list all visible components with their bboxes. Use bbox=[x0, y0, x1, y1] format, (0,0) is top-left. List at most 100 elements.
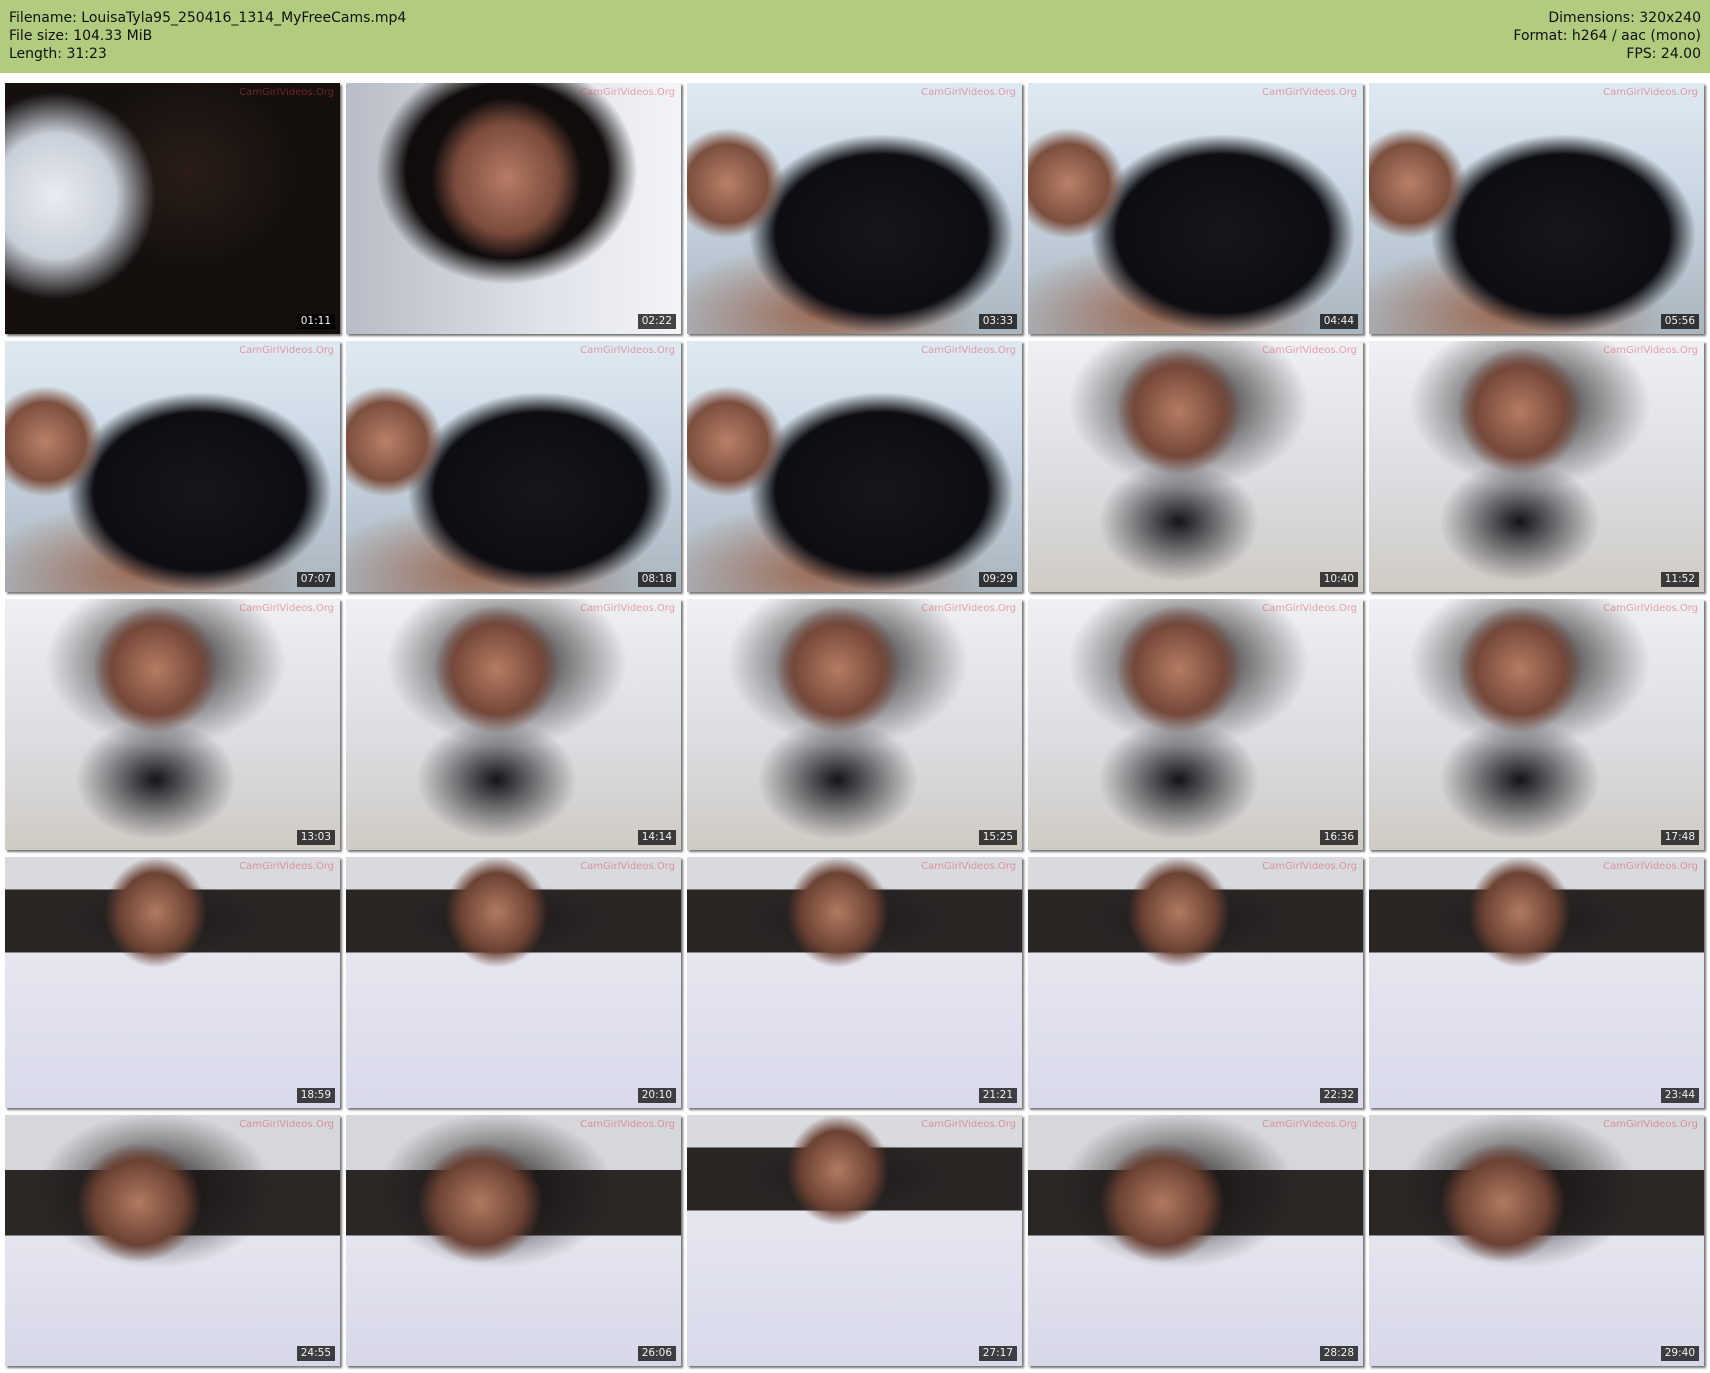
thumbnail: CamGirlVideos.Org 18:59 bbox=[5, 857, 340, 1108]
video-frame bbox=[346, 341, 681, 592]
watermark: CamGirlVideos.Org bbox=[239, 87, 334, 98]
thumbnail: CamGirlVideos.Org 04:44 bbox=[1028, 83, 1363, 334]
timestamp: 17:48 bbox=[1660, 830, 1699, 845]
watermark: CamGirlVideos.Org bbox=[1603, 1119, 1698, 1130]
timestamp: 02:22 bbox=[637, 314, 676, 329]
timestamp: 13:03 bbox=[296, 830, 335, 845]
watermark: CamGirlVideos.Org bbox=[1603, 861, 1698, 872]
video-frame bbox=[5, 1115, 340, 1366]
watermark: CamGirlVideos.Org bbox=[580, 861, 675, 872]
video-frame bbox=[5, 341, 340, 592]
timestamp: 27:17 bbox=[978, 1346, 1017, 1361]
watermark: CamGirlVideos.Org bbox=[1603, 87, 1698, 98]
dimensions-label: Dimensions: 320x240 bbox=[1548, 10, 1701, 26]
thumbnail: CamGirlVideos.Org 22:32 bbox=[1028, 857, 1363, 1108]
watermark: CamGirlVideos.Org bbox=[580, 1119, 675, 1130]
watermark: CamGirlVideos.Org bbox=[1603, 345, 1698, 356]
thumbnail: CamGirlVideos.Org 07:07 bbox=[5, 341, 340, 592]
info-header: Filename: LouisaTyla95_250416_1314_MyFre… bbox=[0, 0, 1710, 73]
video-frame bbox=[5, 599, 340, 850]
thumbnail: CamGirlVideos.Org 21:21 bbox=[687, 857, 1022, 1108]
timestamp: 24:55 bbox=[296, 1346, 335, 1361]
watermark: CamGirlVideos.Org bbox=[1262, 345, 1357, 356]
video-frame bbox=[5, 83, 340, 334]
watermark: CamGirlVideos.Org bbox=[239, 345, 334, 356]
video-frame bbox=[687, 857, 1022, 1108]
thumbnail: CamGirlVideos.Org 16:36 bbox=[1028, 599, 1363, 850]
video-frame bbox=[1028, 341, 1363, 592]
video-frame bbox=[1369, 341, 1704, 592]
video-frame bbox=[1028, 1115, 1363, 1366]
timestamp: 22:32 bbox=[1319, 1088, 1358, 1103]
timestamp: 29:40 bbox=[1660, 1346, 1699, 1361]
thumbnail: CamGirlVideos.Org 02:22 bbox=[346, 83, 681, 334]
video-frame bbox=[687, 1115, 1022, 1366]
video-frame bbox=[1028, 599, 1363, 850]
thumbnail: CamGirlVideos.Org 20:10 bbox=[346, 857, 681, 1108]
timestamp: 01:11 bbox=[296, 314, 335, 329]
watermark: CamGirlVideos.Org bbox=[1262, 603, 1357, 614]
timestamp: 11:52 bbox=[1660, 572, 1699, 587]
video-frame bbox=[346, 83, 681, 334]
file-info: Filename: LouisaTyla95_250416_1314_MyFre… bbox=[9, 9, 406, 63]
watermark: CamGirlVideos.Org bbox=[1262, 861, 1357, 872]
watermark: CamGirlVideos.Org bbox=[921, 1119, 1016, 1130]
thumbnail: CamGirlVideos.Org 05:56 bbox=[1369, 83, 1704, 334]
watermark: CamGirlVideos.Org bbox=[1603, 603, 1698, 614]
watermark: CamGirlVideos.Org bbox=[239, 603, 334, 614]
video-frame bbox=[346, 599, 681, 850]
video-frame bbox=[1028, 857, 1363, 1108]
thumbnail: CamGirlVideos.Org 10:40 bbox=[1028, 341, 1363, 592]
watermark: CamGirlVideos.Org bbox=[1262, 1119, 1357, 1130]
thumbnail: CamGirlVideos.Org 08:18 bbox=[346, 341, 681, 592]
video-frame bbox=[1028, 83, 1363, 334]
thumbnail: CamGirlVideos.Org 27:17 bbox=[687, 1115, 1022, 1366]
timestamp: 09:29 bbox=[978, 572, 1017, 587]
video-frame bbox=[1369, 1115, 1704, 1366]
thumbnail: CamGirlVideos.Org 15:25 bbox=[687, 599, 1022, 850]
format-label: Format: h264 / aac (mono) bbox=[1513, 28, 1701, 44]
timestamp: 14:14 bbox=[637, 830, 676, 845]
timestamp: 05:56 bbox=[1660, 314, 1699, 329]
video-frame bbox=[687, 599, 1022, 850]
watermark: CamGirlVideos.Org bbox=[1262, 87, 1357, 98]
watermark: CamGirlVideos.Org bbox=[239, 861, 334, 872]
video-frame bbox=[687, 341, 1022, 592]
timestamp: 26:06 bbox=[637, 1346, 676, 1361]
video-frame bbox=[1369, 857, 1704, 1108]
stream-info: Dimensions: 320x240 Format: h264 / aac (… bbox=[1513, 9, 1701, 63]
thumbnail: CamGirlVideos.Org 14:14 bbox=[346, 599, 681, 850]
timestamp: 23:44 bbox=[1660, 1088, 1699, 1103]
watermark: CamGirlVideos.Org bbox=[580, 87, 675, 98]
timestamp: 03:33 bbox=[978, 314, 1017, 329]
thumbnail: CamGirlVideos.Org 24:55 bbox=[5, 1115, 340, 1366]
filesize-label: File size: 104.33 MiB bbox=[9, 28, 153, 44]
watermark: CamGirlVideos.Org bbox=[921, 87, 1016, 98]
video-frame bbox=[1369, 599, 1704, 850]
thumbnail: CamGirlVideos.Org 03:33 bbox=[687, 83, 1022, 334]
timestamp: 08:18 bbox=[637, 572, 676, 587]
timestamp: 04:44 bbox=[1319, 314, 1358, 329]
timestamp: 18:59 bbox=[296, 1088, 335, 1103]
thumbnail: CamGirlVideos.Org 11:52 bbox=[1369, 341, 1704, 592]
video-frame bbox=[346, 1115, 681, 1366]
thumbnail: CamGirlVideos.Org 09:29 bbox=[687, 341, 1022, 592]
thumbnail: CamGirlVideos.Org 23:44 bbox=[1369, 857, 1704, 1108]
video-frame bbox=[346, 857, 681, 1108]
watermark: CamGirlVideos.Org bbox=[239, 1119, 334, 1130]
watermark: CamGirlVideos.Org bbox=[921, 861, 1016, 872]
thumbnail: CamGirlVideos.Org 29:40 bbox=[1369, 1115, 1704, 1366]
fps-label: FPS: 24.00 bbox=[1626, 46, 1701, 62]
thumbnail: CamGirlVideos.Org 28:28 bbox=[1028, 1115, 1363, 1366]
watermark: CamGirlVideos.Org bbox=[580, 603, 675, 614]
timestamp: 15:25 bbox=[978, 830, 1017, 845]
timestamp: 07:07 bbox=[296, 572, 335, 587]
watermark: CamGirlVideos.Org bbox=[921, 603, 1016, 614]
thumbnail-grid: CamGirlVideos.Org 01:11 CamGirlVideos.Org… bbox=[5, 83, 1704, 1366]
thumbnail: CamGirlVideos.Org 13:03 bbox=[5, 599, 340, 850]
timestamp: 21:21 bbox=[978, 1088, 1017, 1103]
video-frame bbox=[5, 857, 340, 1108]
timestamp: 10:40 bbox=[1319, 572, 1358, 587]
video-frame bbox=[1369, 83, 1704, 334]
timestamp: 16:36 bbox=[1319, 830, 1358, 845]
